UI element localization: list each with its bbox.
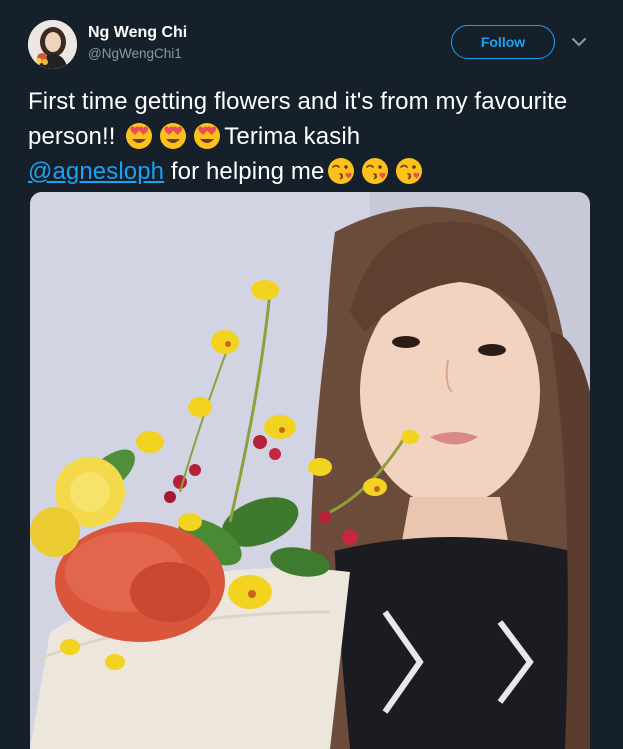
tweet-text: First time getting flowers and it's from… [28,84,594,189]
heart-eyes-emoji-icon [156,121,190,151]
heart-eyes-emoji-icon [190,121,224,151]
kiss-emoji-icon [392,156,426,186]
tweet-header: Ng Weng Chi @NgWengChi1 Follow [28,20,598,72]
user-names: Ng Weng Chi @NgWengChi1 [88,23,187,63]
avatar-image [28,20,77,69]
tweet-photo[interactable] [30,192,590,749]
display-name[interactable]: Ng Weng Chi [88,23,187,43]
user-handle[interactable]: @NgWengChi1 [88,45,187,63]
tweet-card: Ng Weng Chi @NgWengChi1 Follow First tim… [0,0,623,749]
kiss-emoji-icon [324,156,358,186]
follow-button[interactable]: Follow [451,25,555,59]
avatar[interactable] [28,20,77,69]
tweet-text-part2: Terima kasih [224,123,361,150]
mention-link[interactable]: @agnesloph [28,158,164,185]
chevron-down-icon[interactable] [569,34,589,50]
heart-eyes-emoji-icon [122,121,156,151]
tweet-text-part3: for helping me [164,158,325,185]
photo-selfie-with-flowers [30,192,590,749]
kiss-emoji-icon [358,156,392,186]
